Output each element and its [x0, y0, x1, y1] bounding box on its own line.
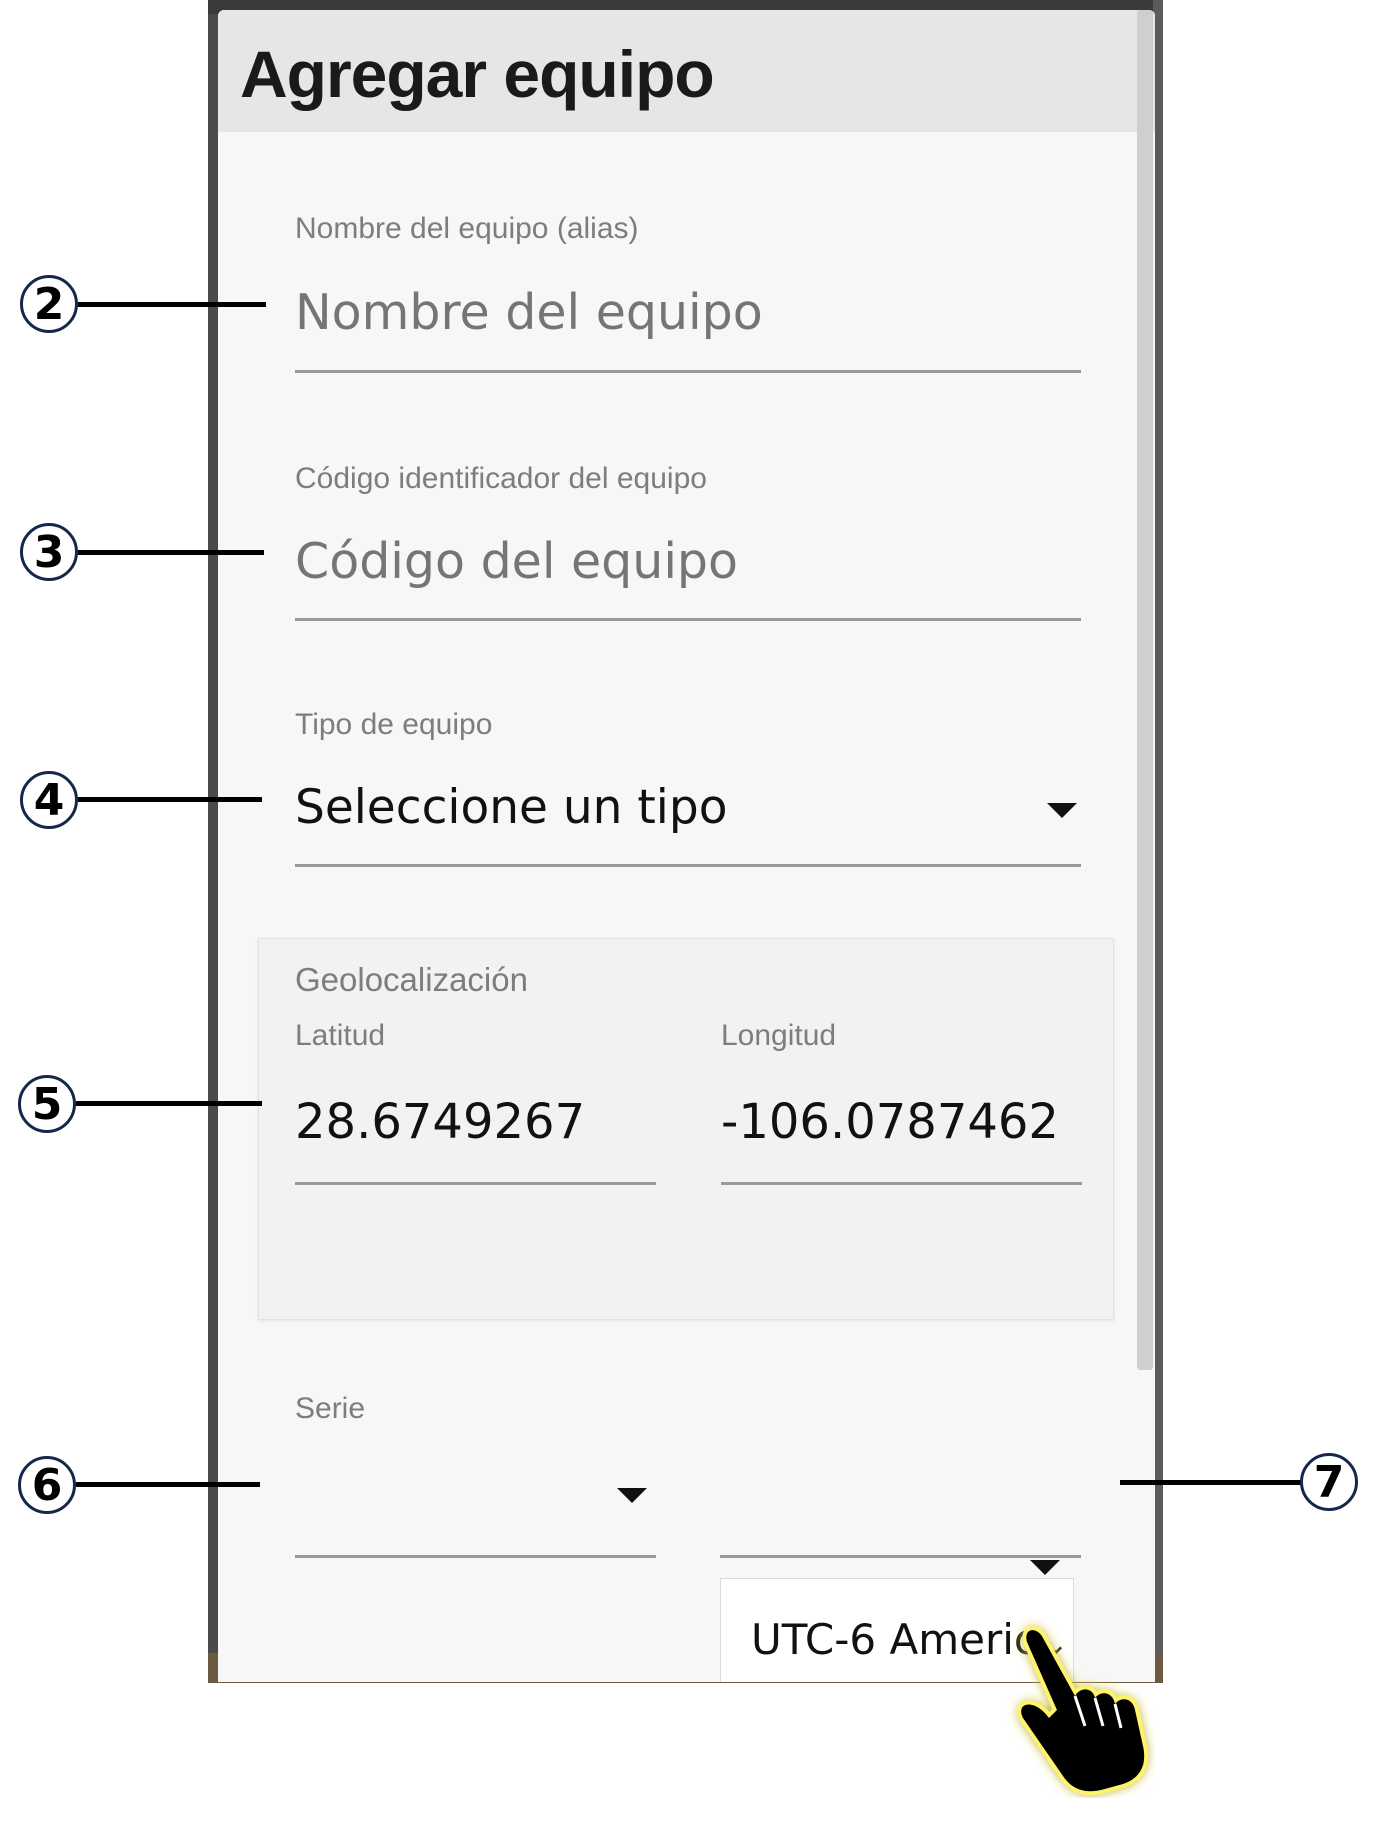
callout-3-leader	[78, 550, 264, 555]
callout-6-leader	[76, 1482, 260, 1487]
callout-2-leader	[78, 302, 266, 307]
callout-7-leader	[1120, 1480, 1302, 1485]
geolocation-title: Geolocalización	[295, 961, 528, 998]
secondary-select[interactable]	[720, 1440, 1081, 1570]
caret-down-icon	[617, 1488, 647, 1503]
scrollbar[interactable]	[1137, 10, 1153, 1370]
geolocation-card: Geolocalización Latitud 28.6749267 Longi…	[258, 938, 1114, 1320]
code-input[interactable]	[295, 527, 1081, 595]
callout-3: 3	[20, 523, 78, 581]
code-field-label: Código identificador del equipo	[295, 462, 707, 495]
serie-select[interactable]	[295, 1440, 656, 1560]
caret-down-icon	[1030, 1560, 1060, 1575]
latitude-input[interactable]: 28.6749267	[295, 1094, 585, 1150]
type-underline	[295, 864, 1081, 867]
longitude-input[interactable]: -106.0787462	[721, 1094, 1059, 1150]
secondary-select-underline	[720, 1555, 1081, 1558]
name-field-label: Nombre del equipo (alias)	[295, 212, 639, 245]
type-select[interactable]: Seleccione un tipo	[295, 765, 1081, 860]
dialog-header: Agregar equipo	[218, 10, 1155, 132]
callout-5: 5	[18, 1075, 76, 1133]
timezone-selected-value: UTC-6 Americ	[751, 1615, 1038, 1664]
longitude-label: Longitud	[721, 1019, 837, 1052]
callout-2: 2	[20, 275, 78, 333]
serie-field-label: Serie	[295, 1392, 366, 1425]
type-selected-value: Seleccione un tipo	[295, 780, 728, 835]
callout-7: 7	[1300, 1453, 1358, 1511]
latitude-underline	[295, 1182, 656, 1185]
add-equipment-dialog: Agregar equipo Nombre del equipo (alias)…	[218, 10, 1155, 1682]
name-input[interactable]	[295, 278, 1081, 346]
callout-6: 6	[18, 1456, 76, 1514]
type-field-label: Tipo de equipo	[295, 708, 493, 741]
dialog-title: Agregar equipo	[240, 37, 715, 111]
hand-pointer-icon	[1005, 1618, 1155, 1798]
longitude-underline	[721, 1182, 1082, 1185]
code-underline	[295, 618, 1081, 621]
caret-down-icon	[1047, 803, 1077, 818]
callout-4: 4	[20, 771, 78, 829]
serie-underline	[295, 1555, 656, 1558]
latitude-label: Latitud	[295, 1019, 386, 1052]
name-underline	[295, 370, 1081, 373]
callout-4-leader	[78, 797, 262, 802]
callout-5-leader	[76, 1101, 262, 1106]
